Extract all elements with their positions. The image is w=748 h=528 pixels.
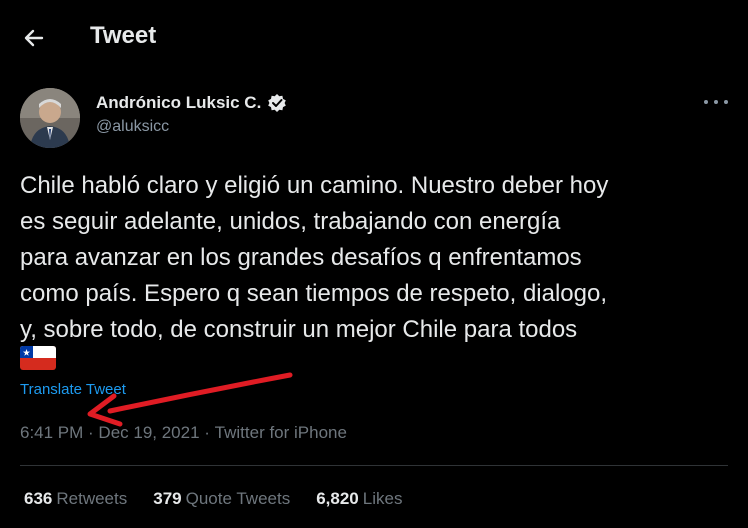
author-name-row[interactable]: Andrónico Luksic C. (96, 92, 287, 114)
author-handle[interactable]: @aluksicc (96, 118, 169, 136)
likes-stat[interactable]: 6,820 Likes (316, 489, 402, 509)
divider (20, 465, 728, 466)
tweet-time[interactable]: 6:41 PM (20, 423, 83, 443)
tweet-text: Chile habló claro y eligió un camino. Nu… (20, 172, 609, 343)
quotes-count: 379 (153, 489, 182, 508)
tweet-meta: 6:41 PM · Dec 19, 2021 · Twitter for iPh… (20, 423, 347, 443)
translate-tweet-link[interactable]: Translate Tweet (20, 381, 126, 398)
more-horizontal-icon[interactable] (704, 92, 728, 112)
verified-badge-icon (267, 93, 287, 113)
chile-flag-icon (20, 346, 56, 370)
author-name[interactable]: Andrónico Luksic C. (96, 93, 261, 113)
retweets-count: 636 (24, 489, 53, 508)
back-arrow-icon[interactable] (20, 24, 48, 52)
tweet-header: Tweet (0, 0, 748, 76)
likes-count: 6,820 (316, 489, 359, 508)
quote-tweets-stat[interactable]: 379 Quote Tweets (153, 489, 290, 509)
retweets-stat[interactable]: 636 Retweets (24, 489, 127, 509)
page-title: Tweet (90, 22, 157, 49)
meta-separator: · (199, 423, 215, 442)
avatar[interactable] (20, 88, 80, 148)
likes-label: Likes (362, 489, 403, 508)
tweet-source[interactable]: Twitter for iPhone (215, 423, 347, 443)
quotes-label: Quote Tweets (185, 489, 291, 508)
meta-separator: · (83, 423, 99, 442)
retweets-label: Retweets (56, 489, 128, 508)
tweet-date[interactable]: Dec 19, 2021 (98, 423, 199, 443)
engagement-stats: 636 Retweets 379 Quote Tweets 6,820 Likes (24, 489, 402, 509)
